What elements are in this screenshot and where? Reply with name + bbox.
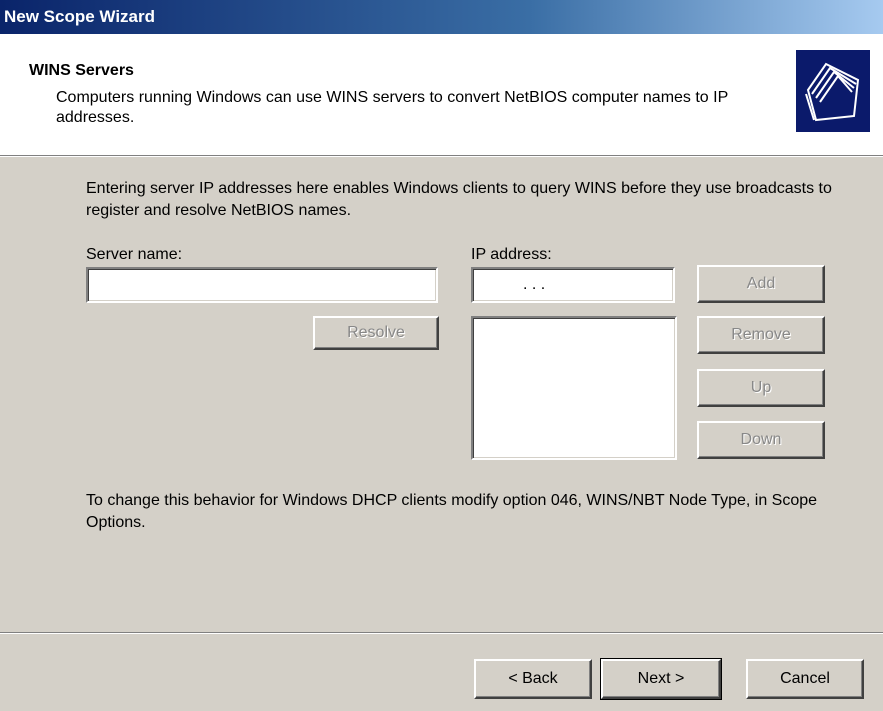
next-button[interactable]: Next > bbox=[600, 658, 722, 700]
title-bar[interactable]: New Scope Wizard bbox=[0, 0, 883, 34]
down-button[interactable]: Down bbox=[697, 421, 825, 459]
resolve-button[interactable]: Resolve bbox=[313, 316, 439, 350]
wizard-header: WINS Servers Computers running Windows c… bbox=[0, 34, 883, 156]
back-button[interactable]: < Back bbox=[474, 659, 592, 699]
ip-address-list[interactable] bbox=[471, 316, 677, 460]
header-divider bbox=[0, 155, 883, 157]
intro-text: Entering server IP addresses here enable… bbox=[86, 180, 832, 219]
page-title: WINS Servers bbox=[29, 62, 134, 79]
ip-address-value: . . . bbox=[523, 276, 546, 293]
server-name-label: Server name: bbox=[86, 246, 183, 263]
cancel-button[interactable]: Cancel bbox=[746, 659, 864, 699]
page-description: Computers running Windows can use WINS s… bbox=[56, 89, 728, 126]
up-button[interactable]: Up bbox=[697, 369, 825, 407]
folders-icon bbox=[796, 50, 870, 132]
note-text: To change this behavior for Windows DHCP… bbox=[86, 492, 818, 531]
ip-address-input[interactable]: . . . bbox=[471, 267, 675, 303]
add-button[interactable]: Add bbox=[697, 265, 825, 303]
server-name-input[interactable] bbox=[86, 267, 438, 303]
window-title: New Scope Wizard bbox=[4, 7, 155, 26]
ip-address-label: IP address: bbox=[471, 246, 552, 263]
remove-button[interactable]: Remove bbox=[697, 316, 825, 354]
footer-divider bbox=[0, 632, 883, 634]
